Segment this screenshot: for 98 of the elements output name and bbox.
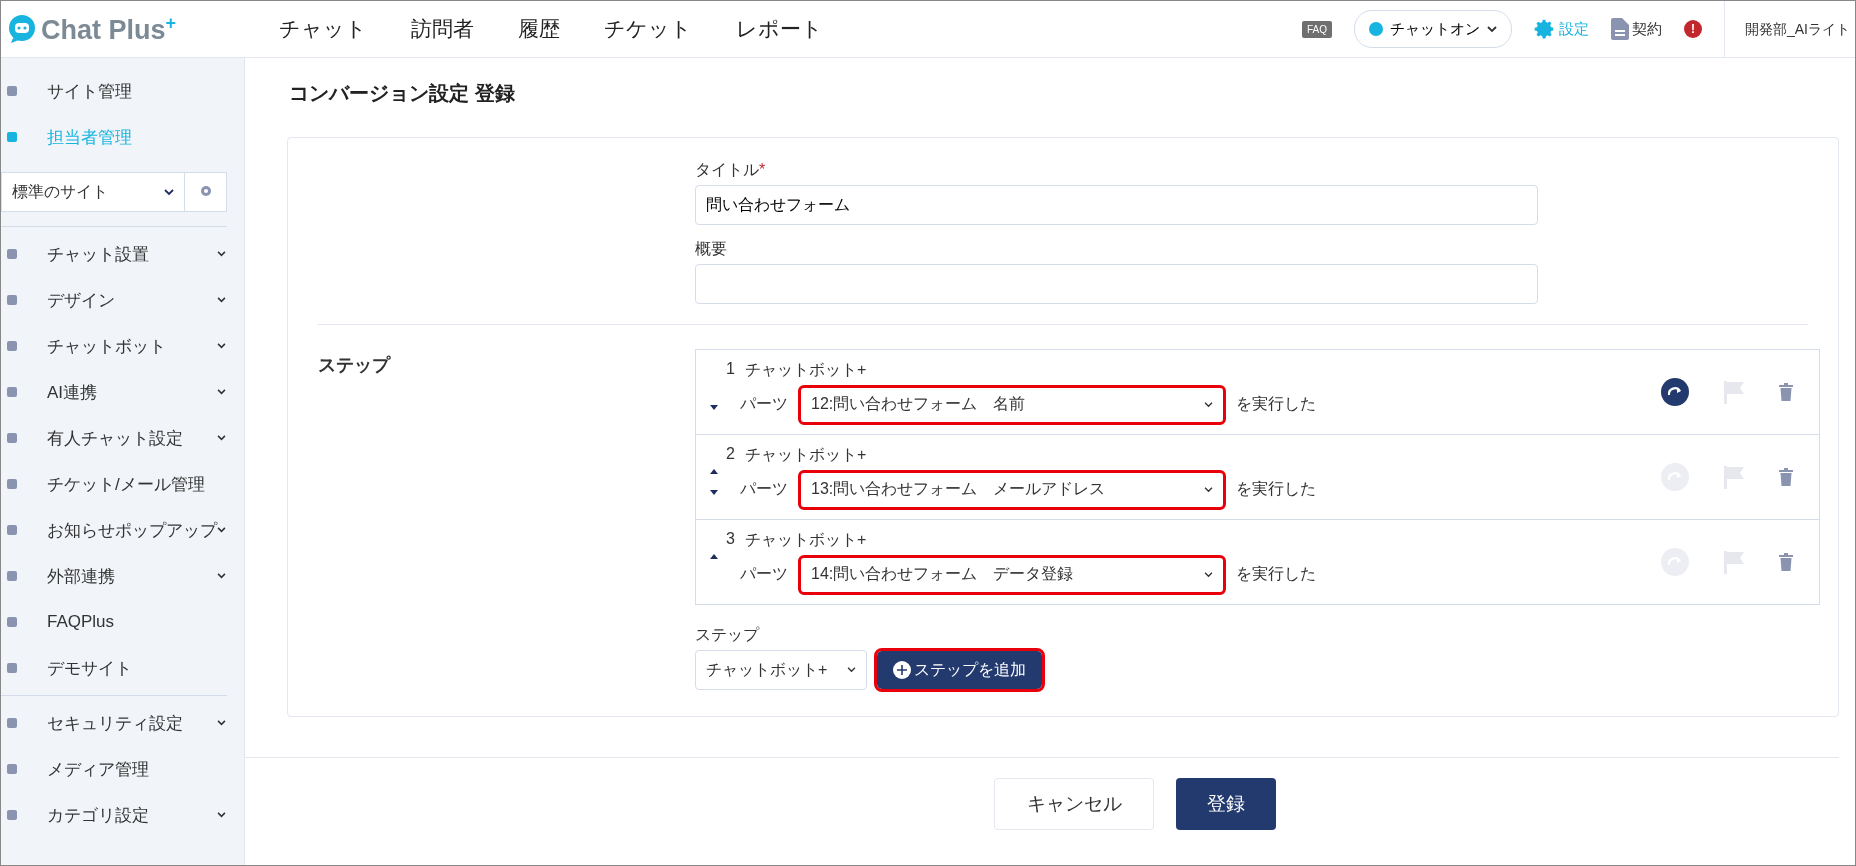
sidebar-icon bbox=[7, 810, 17, 820]
sidebar-item[interactable]: 外部連携 bbox=[1, 553, 244, 599]
sidebar-item[interactable]: チャット設置 bbox=[1, 231, 244, 277]
trash-icon[interactable] bbox=[1779, 468, 1793, 486]
jump-icon[interactable] bbox=[1661, 378, 1689, 406]
parts-select[interactable]: 13:問い合わせフォーム メールアドレス bbox=[798, 469, 1226, 510]
parts-label: パーツ bbox=[740, 479, 788, 499]
page-title: コンバージョン設定 登録 bbox=[289, 81, 516, 106]
chevron-down-icon bbox=[217, 720, 226, 726]
sidebar-icon bbox=[7, 433, 17, 443]
sidebar-icon bbox=[7, 718, 17, 728]
new-step-label: ステップ bbox=[695, 625, 761, 645]
chevron-down-icon bbox=[217, 389, 226, 395]
summary-label: 概要 bbox=[695, 239, 728, 259]
nav-link[interactable]: レポート bbox=[714, 15, 845, 43]
chevron-down-icon bbox=[217, 251, 226, 257]
move-up-icon[interactable] bbox=[710, 554, 718, 559]
sidebar-icon bbox=[7, 387, 17, 397]
submit-button[interactable]: 登録 bbox=[1176, 778, 1276, 830]
sidebar-icon bbox=[7, 341, 17, 351]
step-number: 3 bbox=[726, 529, 735, 549]
document-icon bbox=[1611, 18, 1629, 40]
summary-input[interactable] bbox=[695, 264, 1538, 304]
nav-link[interactable]: チケット bbox=[582, 15, 714, 43]
chat-status-dropdown[interactable]: チャットオン bbox=[1354, 10, 1512, 48]
gear-icon bbox=[198, 183, 213, 198]
sidebar-icon bbox=[7, 617, 17, 627]
sidebar-item[interactable]: AI連携 bbox=[1, 369, 244, 415]
site-settings-button[interactable] bbox=[185, 172, 227, 212]
chevron-down-icon bbox=[1204, 401, 1213, 408]
sidebar-icon bbox=[7, 764, 17, 774]
chevron-down-icon bbox=[217, 527, 226, 533]
parts-label: パーツ bbox=[740, 394, 788, 414]
sidebar-icon bbox=[7, 525, 17, 535]
move-down-icon[interactable] bbox=[710, 490, 718, 495]
step-suffix: を実行した bbox=[1236, 479, 1316, 499]
step-type: チャットボット+ bbox=[744, 359, 867, 380]
sidebar-item[interactable]: セキュリティ設定 bbox=[1, 700, 244, 746]
logo[interactable]: Chat Plus$^{+}$ bbox=[1, 12, 257, 46]
sidebar-item[interactable]: デザイン bbox=[1, 277, 244, 323]
chat-bubble-icon bbox=[7, 14, 37, 44]
sidebar-item[interactable]: FAQPlus bbox=[1, 599, 244, 645]
chevron-down-icon bbox=[847, 667, 856, 673]
step-number: 2 bbox=[726, 444, 735, 464]
sidebar-icon bbox=[7, 249, 17, 259]
trash-icon[interactable] bbox=[1779, 383, 1793, 401]
status-label: チャットオン bbox=[1390, 19, 1480, 39]
sidebar-item[interactable]: サイト管理 bbox=[1, 68, 244, 114]
plus-circle-icon bbox=[893, 661, 911, 679]
alert-badge[interactable]: ! bbox=[1684, 20, 1702, 38]
parts-label: パーツ bbox=[740, 564, 788, 584]
step-suffix: を実行した bbox=[1236, 564, 1316, 584]
sidebar-item[interactable]: 有人チャット設定 bbox=[1, 415, 244, 461]
logo-text: Chat Plus$^{+}$ bbox=[41, 12, 177, 46]
nav-link[interactable]: 訪問者 bbox=[389, 15, 496, 43]
chevron-down-icon bbox=[217, 343, 226, 349]
chevron-down-icon bbox=[1204, 486, 1213, 493]
parts-select[interactable]: 12:問い合わせフォーム 名前 bbox=[798, 384, 1226, 425]
settings-icon bbox=[1534, 18, 1556, 40]
move-up-icon[interactable] bbox=[710, 469, 718, 474]
sidebar-icon bbox=[7, 132, 17, 142]
sidebar-item[interactable]: お知らせポップアップ bbox=[1, 507, 244, 553]
step-type: チャットボット+ bbox=[744, 444, 867, 465]
title-input[interactable]: 問い合わせフォーム bbox=[695, 185, 1538, 225]
chevron-down-icon bbox=[217, 573, 226, 579]
sidebar-item[interactable]: メディア管理 bbox=[1, 746, 244, 792]
sidebar-item[interactable]: チケット/メール管理 bbox=[1, 461, 244, 507]
sidebar-icon bbox=[7, 571, 17, 581]
nav-link[interactable]: 履歴 bbox=[496, 15, 582, 43]
sidebar-icon bbox=[7, 86, 17, 96]
sidebar-item[interactable]: デモサイト bbox=[1, 645, 244, 691]
step-type: チャットボット+ bbox=[744, 529, 867, 550]
sidebar-icon bbox=[7, 663, 17, 673]
user-menu[interactable]: 開発部_AIライト bbox=[1724, 1, 1855, 57]
sidebar-icon bbox=[7, 295, 17, 305]
site-select[interactable]: 標準のサイト bbox=[1, 172, 185, 212]
sidebar-icon bbox=[7, 479, 17, 489]
add-step-button[interactable]: ステップを追加 bbox=[877, 651, 1042, 689]
faq-badge[interactable]: FAQ bbox=[1302, 20, 1332, 38]
chevron-down-icon bbox=[217, 812, 226, 818]
sidebar-item[interactable]: チャットボット bbox=[1, 323, 244, 369]
parts-select[interactable]: 14:問い合わせフォーム データ登録 bbox=[798, 554, 1226, 595]
chevron-down-icon bbox=[1487, 25, 1497, 33]
chevron-down-icon bbox=[164, 188, 174, 196]
move-down-icon[interactable] bbox=[710, 405, 718, 410]
chevron-down-icon bbox=[1204, 571, 1213, 578]
sidebar-item[interactable]: カテゴリ設定 bbox=[1, 792, 244, 838]
trash-icon[interactable] bbox=[1779, 553, 1793, 571]
chevron-down-icon bbox=[217, 297, 226, 303]
step-suffix: を実行した bbox=[1236, 394, 1316, 414]
chevron-down-icon bbox=[217, 435, 226, 441]
steps-heading: ステップ bbox=[317, 354, 392, 377]
nav-link[interactable]: チャット bbox=[257, 15, 389, 43]
step-type-select[interactable]: チャットボット+ bbox=[695, 650, 867, 690]
step-number: 1 bbox=[726, 359, 735, 379]
contract-link[interactable]: 契約 bbox=[1611, 18, 1662, 40]
cancel-button[interactable]: キャンセル bbox=[994, 778, 1154, 830]
title-label: タイトル* bbox=[695, 160, 767, 180]
